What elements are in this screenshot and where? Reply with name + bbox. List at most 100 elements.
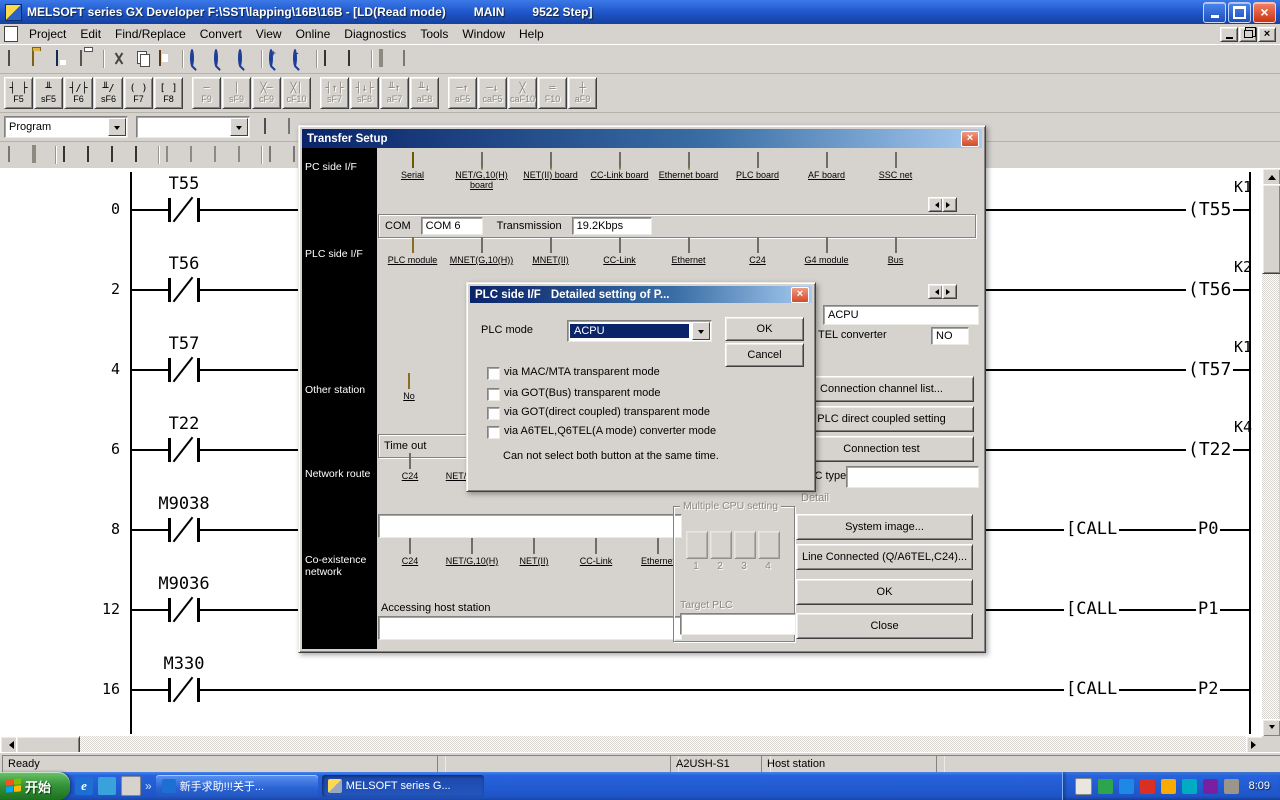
plc-direct-coupled-button[interactable]: PLC direct coupled setting	[789, 406, 974, 432]
menu-help[interactable]: Help	[512, 25, 551, 43]
messenger-tray-icon[interactable]	[1119, 779, 1134, 794]
fkey-cf10-button[interactable]: ╳│cF10	[282, 77, 311, 109]
menu-find-replace[interactable]: Find/Replace	[108, 25, 193, 43]
write-mode-icon[interactable]	[210, 144, 234, 166]
plc-if-g4-module[interactable]: G4 module	[792, 238, 861, 265]
ok-button[interactable]: OK	[725, 317, 804, 341]
plc-if-mnet-2[interactable]: MNET(II)	[516, 238, 585, 265]
zoom-in-icon[interactable]	[265, 48, 289, 70]
plc-if-cclink[interactable]: CC-Link	[585, 238, 654, 265]
cancel-button[interactable]: Cancel	[725, 343, 804, 367]
volume-icon[interactable]	[1224, 779, 1239, 794]
cpu-slot-1[interactable]	[686, 531, 708, 559]
new-project-icon[interactable]	[4, 48, 28, 70]
fkey-f9-button[interactable]: ─F9	[192, 77, 221, 109]
menu-project[interactable]: Project	[22, 25, 73, 43]
monitor-stop-icon[interactable]	[186, 144, 210, 166]
fkey-f10-button[interactable]: ═F10	[538, 77, 567, 109]
fkey-sf6-button[interactable]: ╨/sF6	[94, 77, 123, 109]
device-memory-icon[interactable]	[344, 48, 368, 70]
ladder-symbol-select[interactable]	[136, 116, 250, 138]
menu-online[interactable]: Online	[289, 25, 338, 43]
zoom-out-icon[interactable]	[289, 48, 313, 70]
antivirus-icon[interactable]	[1098, 779, 1113, 794]
show-desktop-icon[interactable]	[121, 776, 141, 796]
call-instruction[interactable]: [CALL	[1064, 519, 1119, 539]
plc-if-bus[interactable]: Bus	[861, 238, 930, 265]
monitor-start-icon[interactable]	[162, 144, 186, 166]
ladder-edit-icon[interactable]	[260, 116, 284, 138]
input-method-keyboard-icon[interactable]	[1075, 778, 1092, 795]
close-dialog-button[interactable]: Close	[796, 613, 973, 639]
device-batch-icon[interactable]	[83, 144, 107, 166]
cpu-slot-2[interactable]	[710, 531, 732, 559]
taskbar-task-forum[interactable]: 新手求助!!!关于...	[156, 775, 318, 797]
nc-contact[interactable]	[168, 678, 200, 702]
call-pointer[interactable]: P1	[1196, 599, 1220, 619]
child-close-button[interactable]	[1258, 27, 1276, 42]
scro ll-down-button[interactable]	[1262, 719, 1280, 737]
fkey-f7-button[interactable]: ( )F7	[124, 77, 153, 109]
pc-if-ethernet-board[interactable]: Ethernet board	[654, 153, 723, 180]
menu-diagnostics[interactable]: Diagnostics	[337, 25, 413, 43]
print-preview-icon[interactable]	[265, 144, 289, 166]
coex-cclink[interactable]: CC-Link	[565, 539, 627, 566]
pc-if-net2-board[interactable]: NET(II) board	[516, 153, 585, 180]
call-instruction[interactable]: [CALL	[1064, 599, 1119, 619]
internet-explorer-icon[interactable]: e	[75, 777, 93, 795]
child-restore-button[interactable]	[1239, 27, 1257, 42]
cpu-slot-3[interactable]	[734, 531, 756, 559]
pc-if-plc-board[interactable]: PLC board	[723, 153, 792, 180]
coil[interactable]: (T57	[1186, 359, 1233, 380]
close-icon[interactable]	[961, 131, 979, 147]
fkey-af5-button[interactable]: ─↑aF5	[448, 77, 477, 109]
fkey-af9-button[interactable]: ┼aF9	[568, 77, 597, 109]
device-test-icon[interactable]	[59, 144, 83, 166]
open-project-icon[interactable]	[28, 48, 52, 70]
vertical-scroll-thumb[interactable]	[1262, 184, 1280, 274]
net-route-c24[interactable]: C24	[379, 454, 441, 481]
pc-if-cclink-board[interactable]: CC-Link board	[585, 153, 654, 180]
pc-if-ssc-net[interactable]: SSC net	[861, 153, 930, 180]
menu-view[interactable]: View	[249, 25, 289, 43]
ok-button[interactable]: OK	[796, 579, 973, 605]
chevron-down-icon[interactable]	[692, 322, 710, 340]
horizontal-scrollbar[interactable]	[0, 736, 1262, 752]
coil[interactable]: (T56	[1186, 279, 1233, 300]
save-project-icon[interactable]	[52, 48, 76, 70]
media-player-icon[interactable]	[1203, 779, 1218, 794]
child-minimize-button[interactable]	[1220, 27, 1238, 42]
nc-contact[interactable]	[168, 358, 200, 382]
scroll-right-icon[interactable]	[942, 197, 957, 212]
fkey-af7-button[interactable]: ╨↑aF7	[380, 77, 409, 109]
maximize-button[interactable]	[1228, 2, 1251, 23]
no-contact[interactable]	[168, 518, 200, 542]
quick-launch-chevron-icon[interactable]: »	[145, 779, 152, 793]
program-select[interactable]: Program	[4, 116, 128, 138]
device-comment-icon[interactable]	[320, 48, 344, 70]
coil[interactable]: (T55	[1186, 199, 1233, 220]
scroll-right-icon[interactable]	[942, 284, 957, 299]
connection-channel-list-button[interactable]: Connection channel list...	[789, 376, 974, 402]
coex-net2[interactable]: NET(II)	[503, 539, 565, 566]
update-icon[interactable]	[1161, 779, 1176, 794]
pc-if-af-board[interactable]: AF board	[792, 153, 861, 180]
minimize-button[interactable]	[1203, 2, 1226, 23]
got-direct-checkbox[interactable]	[487, 407, 500, 420]
fkey-f5-button[interactable]: ┤ ├F5	[4, 77, 33, 109]
chevron-down-icon[interactable]	[108, 118, 126, 136]
nc-contact[interactable]	[168, 278, 200, 302]
network-icon[interactable]	[1182, 779, 1197, 794]
fkey-cf9-button[interactable]: ╳─cF9	[252, 77, 281, 109]
pc-if-serial[interactable]: Serial	[378, 153, 447, 180]
menu-window[interactable]: Window	[455, 25, 512, 43]
close-icon[interactable]	[791, 287, 809, 303]
a6tel-checkbox[interactable]	[487, 426, 500, 439]
coex-c24[interactable]: C24	[379, 539, 441, 566]
no-contact[interactable]	[168, 598, 200, 622]
coex-netg10[interactable]: NET/G,10(H)	[441, 539, 503, 566]
plc-if-plc-module[interactable]: PLC module	[378, 238, 447, 265]
fkey-af8-button[interactable]: ╨↓aF8	[410, 77, 439, 109]
plc-if-c24[interactable]: C24	[723, 238, 792, 265]
plc-if-mnet-g10[interactable]: MNET(G,10(H))	[447, 238, 516, 265]
